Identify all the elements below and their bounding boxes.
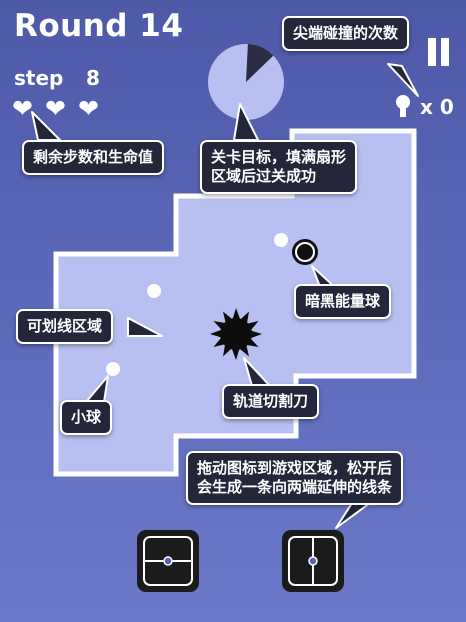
drag-callout: 拖动图标到游戏区域，松开后 会生成一条向两端延伸的线条 [186, 451, 404, 505]
remaining-callout-pointer [31, 111, 61, 141]
horizontal-line-tool[interactable] [137, 530, 199, 592]
collision-callout-pointer [387, 63, 419, 97]
dark-ball-callout: 暗黑能量球 [294, 284, 392, 319]
target-callout: 关卡目标，填满扇形 区域后过关成功 [200, 140, 358, 194]
horizontal-line-icon [143, 536, 193, 586]
remaining-callout: 剩余步数和生命值 [22, 140, 165, 175]
saw-callout: 轨道切割刀 [222, 384, 320, 419]
vertical-line-icon [288, 536, 338, 586]
vertical-line-tool[interactable] [282, 530, 344, 592]
target-callout-line-1: 关卡目标，填满扇形 [211, 148, 347, 166]
saw-hub [220, 318, 252, 350]
target-callout-line-2: 区域后过关成功 [211, 167, 317, 185]
small-ball-callout: 小球 [60, 400, 113, 435]
drag-callout-line-2: 会生成一条向两端延伸的线条 [197, 478, 393, 496]
collision-callout: 尖端碰撞的次数 [282, 16, 410, 51]
small-ball [147, 284, 161, 298]
small-ball [274, 233, 288, 247]
small-ball [106, 362, 120, 376]
drawable-area-callout: 可划线区域 [16, 309, 114, 344]
target-pie [208, 44, 284, 120]
drag-callout-line-1: 拖动图标到游戏区域，松开后 [197, 459, 393, 477]
dark-energy-ball [292, 239, 318, 265]
